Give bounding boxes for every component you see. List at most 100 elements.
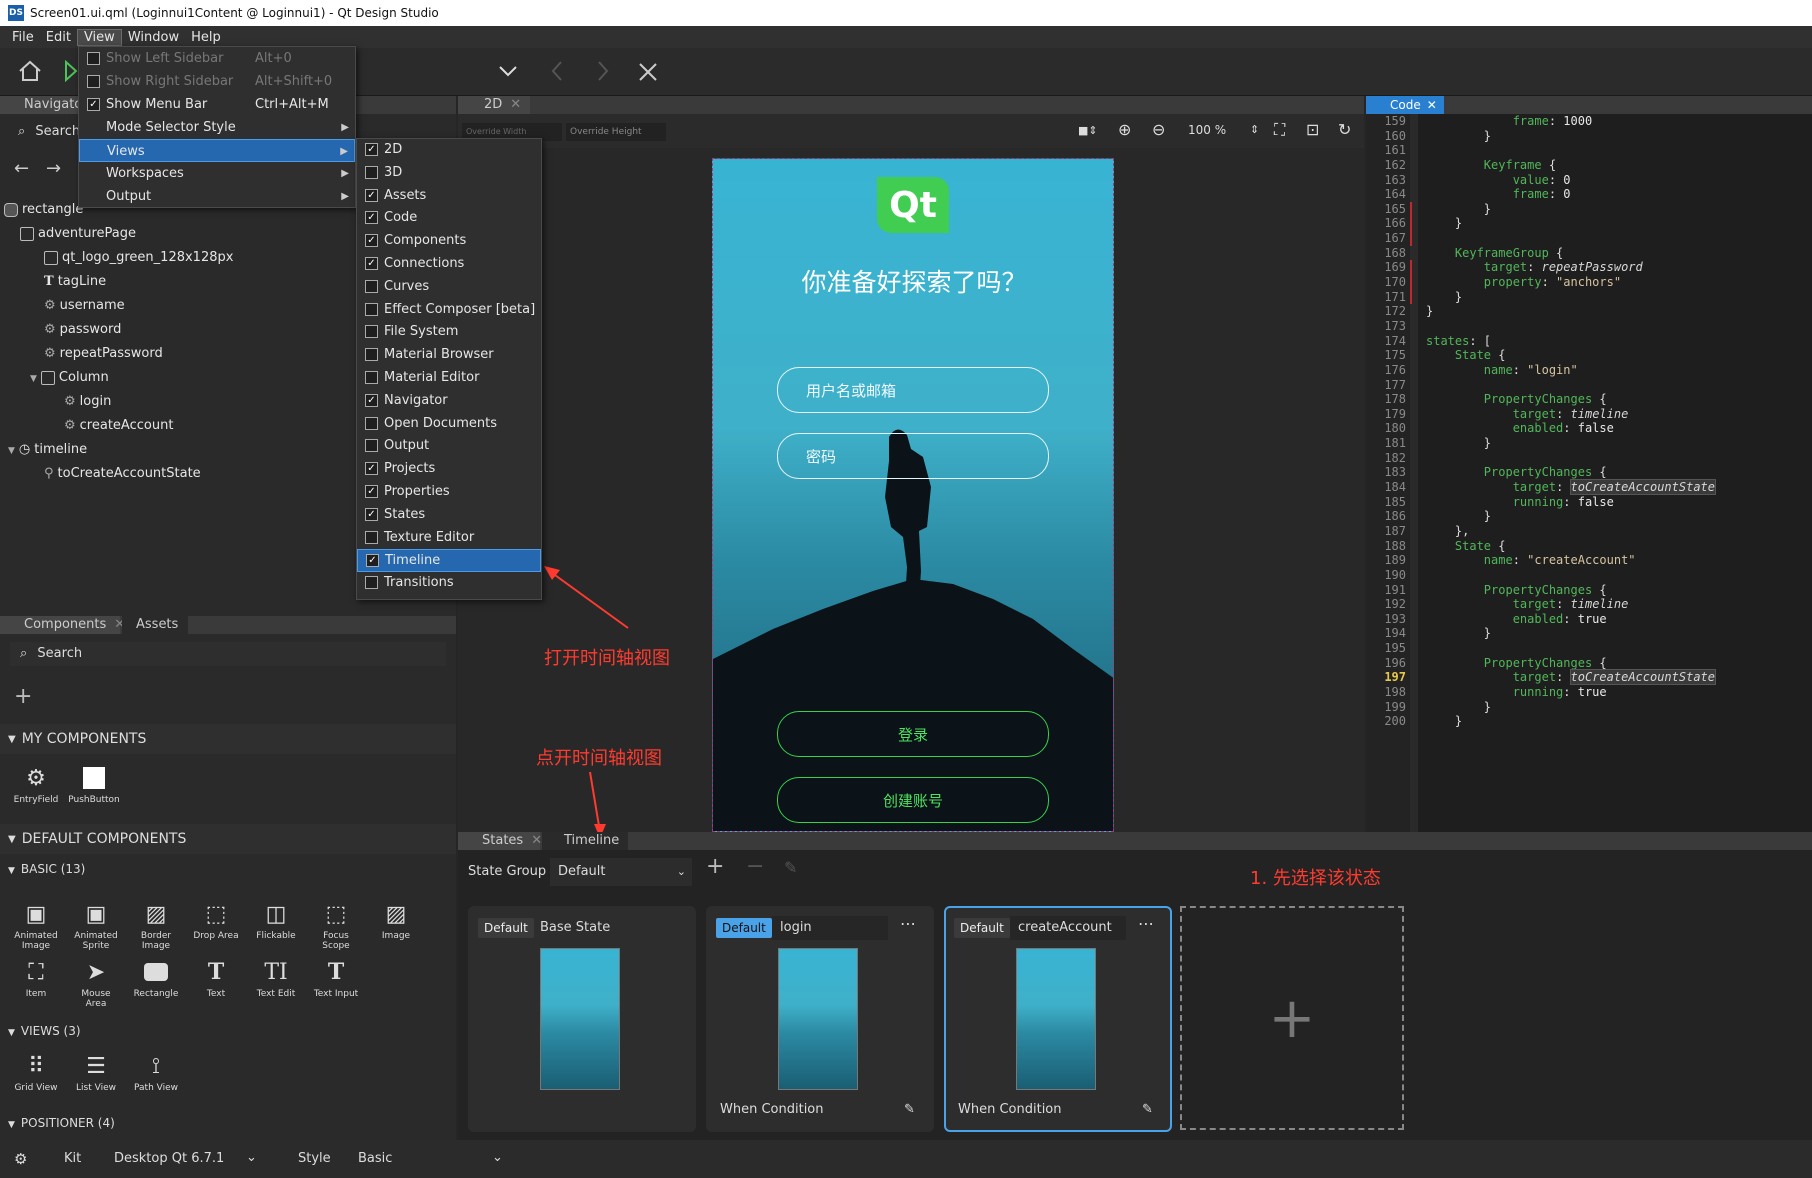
tree-item-repeatPassword[interactable]: ⚙ repeatPassword <box>4 342 344 366</box>
basic-header[interactable]: ▼ BASIC (13) <box>8 862 85 876</box>
menu-help[interactable]: Help <box>185 30 227 45</box>
views-item-curves[interactable]: Curves <box>357 276 541 299</box>
views-item-code[interactable]: ✓ Code <box>357 207 541 230</box>
close-icon[interactable]: ✕ <box>531 833 542 848</box>
views-item-projects[interactable]: ✓ Projects <box>357 458 541 481</box>
edit-condition-icon[interactable]: ✎ <box>904 1102 915 1117</box>
default-badge[interactable]: Default <box>716 918 772 938</box>
view-menu-item-show-right-sidebar[interactable]: Show Right Sidebar Alt+Shift+0 <box>79 70 355 93</box>
component-animated-image[interactable]: ▣ Animated Image <box>10 900 62 952</box>
component-image[interactable]: ▨ Image <box>370 900 422 951</box>
views-item-assets[interactable]: ✓ Assets <box>357 185 541 208</box>
zoom-in-icon[interactable]: ⊕ <box>1118 120 1131 139</box>
views-item-navigator[interactable]: ✓ Navigator <box>357 390 541 413</box>
zoom-stepper-icon[interactable]: ⇕ <box>1250 123 1259 136</box>
username-field[interactable]: 用户名或邮箱 <box>777 367 1049 413</box>
tree-item-createAccount[interactable]: ⚙ createAccount <box>4 414 344 438</box>
component-mouse-area[interactable]: ➤ Mouse Area <box>70 958 122 1010</box>
positioner-header[interactable]: ▼ POSITIONER (4) <box>8 1116 115 1130</box>
state-card-createAccount[interactable]: Default createAccount ⋯ When Condition ✎ <box>944 906 1172 1132</box>
add-state-group-icon[interactable]: + <box>706 854 724 879</box>
state-card-login[interactable]: Default login ⋯ When Condition ✎ <box>706 906 934 1132</box>
zoom-level[interactable]: 100 % <box>1188 123 1226 137</box>
tree-item-column[interactable]: ▼ Column <box>4 366 344 390</box>
component-rectangle[interactable]: Rectangle <box>130 958 182 1009</box>
add-state-button[interactable]: + <box>1180 906 1404 1130</box>
tab-assets[interactable]: Assets <box>122 616 188 634</box>
login-button[interactable]: 登录 <box>777 711 1049 757</box>
nav-forward-arrow-icon[interactable]: → <box>46 158 61 179</box>
settings-gear-icon[interactable]: ⚙ <box>14 1150 27 1168</box>
edit-condition-icon[interactable]: ✎ <box>1142 1102 1153 1117</box>
state-group-select[interactable]: Default ⌄ <box>550 858 692 886</box>
menu-view[interactable]: View <box>76 28 122 46</box>
fit-selection-icon[interactable]: ⛶ <box>1274 120 1285 140</box>
expand-icon[interactable]: ▼ <box>30 374 37 384</box>
tab-states[interactable]: States ✕ <box>458 832 542 850</box>
views-item-open-documents[interactable]: Open Documents <box>357 413 541 436</box>
fit-all-icon[interactable]: ⊡ <box>1306 120 1319 139</box>
tab-navigator[interactable]: Navigato <box>0 96 82 114</box>
views-item-3d[interactable]: 3D <box>357 162 541 185</box>
add-icon[interactable]: + <box>14 684 32 709</box>
views-item-properties[interactable]: ✓ Properties <box>357 481 541 504</box>
component-border-image[interactable]: ▨ Border Image <box>130 900 182 952</box>
component-animated-sprite[interactable]: ▣ Animated Sprite <box>70 900 122 952</box>
tab-timeline[interactable]: Timeline <box>542 832 628 850</box>
views-item-material-editor[interactable]: Material Editor <box>357 367 541 390</box>
component-drop-area[interactable]: ⬚ Drop Area <box>190 900 242 951</box>
close-icon[interactable]: ✕ <box>510 97 521 112</box>
tab-code[interactable]: Code ✕ <box>1366 96 1444 114</box>
zoom-out-icon[interactable]: ⊖ <box>1152 120 1165 139</box>
component-list-view[interactable]: ☰ List View <box>70 1052 122 1094</box>
login-screen-preview[interactable]: Qt 你准备好探索了吗？ 用户名或邮箱 密码 登录 创建账号 <box>712 158 1114 832</box>
tree-item-login[interactable]: ⚙ login <box>4 390 344 414</box>
kit-select[interactable]: Desktop Qt 6.7.1 <box>114 1151 224 1166</box>
view-menu-item-views[interactable]: Views ▶ <box>79 139 355 162</box>
component-text[interactable]: T Text <box>190 958 242 1009</box>
home-icon[interactable] <box>18 60 42 82</box>
code-text[interactable]: frame: 1000 } Keyframe { value: 0 frame:… <box>1426 114 1806 832</box>
tab-components[interactable]: Components ✕ <box>0 616 125 634</box>
state-card-base[interactable]: Default Base State <box>468 906 696 1132</box>
menu-file[interactable]: File <box>6 30 40 45</box>
component-path-view[interactable]: ⟟ Path View <box>130 1052 182 1094</box>
component-item[interactable]: ⛶ Item <box>10 958 62 1009</box>
views-item-2d[interactable]: ✓ 2D <box>357 139 541 162</box>
tree-item-username[interactable]: ⚙ username <box>4 294 344 318</box>
reset-view-icon[interactable]: ↻ <box>1338 120 1351 139</box>
view-menu-item-output[interactable]: Output ▶ <box>79 185 355 208</box>
component-entryfield[interactable]: ⚙ EntryField <box>10 764 62 806</box>
chevron-down-icon[interactable]: ⌄ <box>246 1150 257 1165</box>
close-icon[interactable] <box>638 62 658 82</box>
chevron-down-icon[interactable]: ⌄ <box>492 1150 503 1165</box>
more-options-icon[interactable]: ⋯ <box>900 914 916 933</box>
views-item-timeline[interactable]: ✓ Timeline <box>357 549 541 573</box>
view-menu-item-workspaces[interactable]: Workspaces ▶ <box>79 162 355 185</box>
component-pushbutton[interactable]: PushButton <box>68 764 120 805</box>
more-options-icon[interactable]: ⋯ <box>1138 914 1154 933</box>
view-menu-item-mode-selector-style[interactable]: Mode Selector Style ▶ <box>79 116 355 139</box>
state-name-field[interactable]: login <box>772 916 888 940</box>
views-item-transitions[interactable]: Transitions <box>357 572 541 595</box>
view-menu-item-show-left-sidebar[interactable]: Show Left Sidebar Alt+0 <box>79 47 355 70</box>
views-item-effect-composer-beta-[interactable]: Effect Composer [beta] <box>357 299 541 322</box>
tree-item-adventurePage[interactable]: adventurePage <box>4 222 344 246</box>
chevron-down-icon[interactable] <box>498 64 518 78</box>
edit-state-group-icon[interactable]: ✎ <box>784 858 797 877</box>
default-badge[interactable]: Default <box>478 918 534 938</box>
state-name-field[interactable]: createAccount <box>1010 916 1126 940</box>
view-menu-item-show-menu-bar[interactable]: ✓ Show Menu Bar Ctrl+Alt+M <box>79 93 355 116</box>
menu-edit[interactable]: Edit <box>40 30 77 45</box>
run-icon[interactable] <box>64 60 78 82</box>
forward-arrow-icon[interactable] <box>596 60 610 82</box>
override-height-field[interactable]: Override Height <box>566 123 666 141</box>
my-components-header[interactable]: ▼ MY COMPONENTS <box>0 724 456 754</box>
style-select[interactable]: Basic <box>358 1151 392 1166</box>
tree-item-logo[interactable]: qt_logo_green_128x128px <box>4 246 344 270</box>
navigator-search[interactable]: ⌕ Search <box>18 124 80 139</box>
default-components-header[interactable]: ▼ DEFAULT COMPONENTS <box>0 824 456 854</box>
menu-window[interactable]: Window <box>122 30 185 45</box>
component-grid-view[interactable]: ⠿ Grid View <box>10 1052 62 1094</box>
views-item-file-system[interactable]: File System <box>357 321 541 344</box>
